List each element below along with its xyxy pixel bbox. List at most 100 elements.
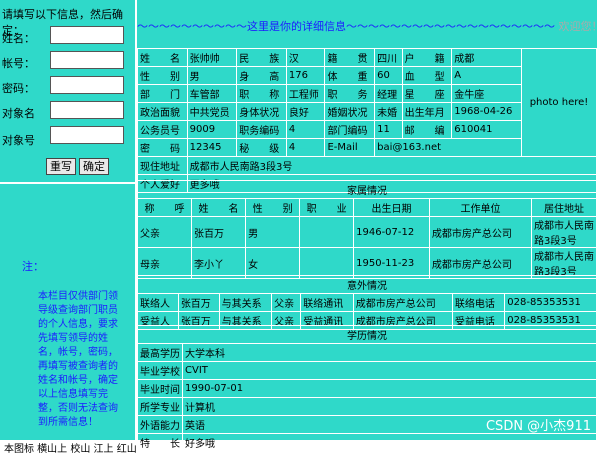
table-cell: 1946-07-12 [353,216,430,248]
target-name-label: 对象名 [2,107,35,120]
note-body: 本栏目仅供部门领导级查询部门职员的个人信息，要求先填写领导的姓名，帐号，密码，再… [38,291,118,428]
table-cell: 与其关系 [218,293,273,312]
field-value: 610041 [451,120,522,139]
target-name-input[interactable] [50,101,124,119]
field-label: 职 称 [236,84,287,103]
page: 请填写以下信息，然后确定： 姓名： 帐号： 密码： 对象名 对象号 重写 确定 … [0,0,607,455]
field-value: 60 [374,66,403,85]
personal-row: 现住地址 成都市人民南路3段3号 [137,156,598,175]
field-value: 四川 [374,48,403,67]
table-cell: 成都市人民南路3段3号 [531,247,597,279]
target-id-input[interactable] [50,126,124,144]
name-input[interactable] [50,26,124,44]
table-row: 母亲 李小丫女 1950-11-23 成都市房产总公司 成都市人民南路3段3号 [136,247,597,279]
field-value: 计算机 [182,397,597,416]
personal-row: 姓 名张帅帅民 族汉籍 贯四川户 籍成都 photo here! [137,48,597,157]
field-value: 男 [186,66,238,85]
field-label: 姓 名 [137,48,188,67]
field-value: 大学本科 [182,343,597,362]
field-label: 公务员号 [137,120,188,139]
bottom-caption: 本图标 横山上 校山 江上 红山 [4,444,137,455]
table-cell: 父亲 [271,293,302,312]
field-value: 4 [285,138,326,157]
table-cell: 张百万 [191,216,247,248]
field-label: 职务编码 [236,120,287,139]
field-value: 1968-04-26 [451,102,522,121]
field-label: 籍 贯 [324,48,376,67]
field-label: 密 码 [137,138,188,157]
column-header: 工作单位 [428,198,533,217]
column-header: 称 呼 [136,198,193,217]
field-label: 婚姻状况 [324,102,376,121]
field-value: 张帅帅 [186,48,238,67]
confirm-button[interactable]: 确定 [79,158,109,175]
field-label: 最高学历 [137,343,183,362]
field-label: 所学专业 [137,397,183,416]
table-cell: 联络通讯 [300,293,354,312]
field-value: 好多哦 [182,433,597,452]
password-input[interactable] [50,76,124,94]
note-title: 注： [22,260,44,273]
field-label: 民 族 [236,48,287,67]
table-cell [299,216,355,248]
field-label: 秘 级 [236,138,287,157]
personal-table: 姓 名张帅帅民 族汉籍 贯四川户 籍成都 photo here! 性 别男身 高 17… [137,48,598,193]
field-value: bai@163.net [374,138,522,157]
divider [0,182,135,184]
field-label: 出生年月 [401,102,453,121]
name-label: 姓名： [2,32,35,45]
field-label: 职 务 [324,84,376,103]
field-label: 毕业学校 [137,361,183,380]
table-cell: 028-85353531 [504,293,597,312]
table-cell: 张百万 [177,293,220,312]
photo-placeholder: photo here! [521,48,597,157]
field-label: 现住地址 [137,156,188,175]
field-label: 身体状况 [236,102,287,121]
table-row: 特 长好多哦 [137,433,597,452]
reset-button[interactable]: 重写 [46,158,76,175]
field-value: 车管部 [186,84,238,103]
table-row: 毕业学校 CVIT [137,361,597,380]
field-value: 9009 [186,120,238,139]
field-label: 特 长 [137,433,183,452]
field-label: 户 籍 [401,48,453,67]
field-label: 身 高 [236,66,287,85]
account-label: 帐号： [2,57,35,70]
emergency-table: 意外情况 联络人 张百万 与其关系 父亲 联络通讯 成都市房产总公司 联络电话 028-853… [137,275,597,330]
field-value: 11 [374,120,403,139]
field-label: 毕业时间 [137,379,183,398]
marquee: ～～～～～～～～～～这里是你的详细信息～～～～～～～～～～～～～～～～～～～ 欢… [137,18,597,34]
field-label: 部 门 [137,84,188,103]
table-cell: 男 [245,216,301,248]
table-cell: 成都市房产总公司 [352,293,453,312]
field-value: 良好 [285,102,326,121]
table-cell: 联络电话 [451,293,506,312]
field-value: 成都市人民南路3段3号 [186,156,598,175]
field-value: 汉 [285,48,326,67]
field-value: CVIT [182,361,597,380]
table-row: 联络人 张百万 与其关系 父亲 联络通讯 成都市房产总公司 联络电话 028-85353531 [137,293,597,312]
marquee-text: ～～～～～～～～～～这里是你的详细信息～～～～～～～～～～～～～～～～～～～ [137,20,555,33]
table-cell: 成都市房产总公司 [428,247,533,279]
marquee-trailing: 欢迎您！ [558,20,598,33]
field-value: 176 [285,66,326,85]
watermark: CSDN @小杰911 [485,419,591,434]
field-label: 外语能力 [137,415,183,434]
field-label: 邮 编 [401,120,453,139]
emergency-title: 意外情况 [137,275,597,294]
detail-panel: ～～～～～～～～～～这里是你的详细信息～～～～～～～～～～～～～～～～～～～ 欢… [136,0,598,452]
field-value: 工程师 [285,84,326,103]
column-header: 居住地址 [531,198,597,217]
family-table: 家属情况 称 呼姓 名性 别职 业出生日期 工作单位 居住地址 父亲 张百万男 1946… [136,180,597,279]
field-value: 经理 [374,84,403,103]
field-label: 体 重 [324,66,376,85]
field-value: 金牛座 [451,84,522,103]
query-panel: 请填写以下信息，然后确定： 姓名： 帐号： 密码： 对象名 对象号 重写 确定 … [0,0,135,440]
table-cell: 成都市人民南路3段3号 [531,216,597,248]
field-label: 部门编码 [324,120,376,139]
field-value: 成都 [451,48,522,67]
field-label: E-Mail [324,138,376,157]
column-header: 出生日期 [353,198,430,217]
table-cell: 李小丫 [191,247,247,279]
account-input[interactable] [50,51,124,69]
